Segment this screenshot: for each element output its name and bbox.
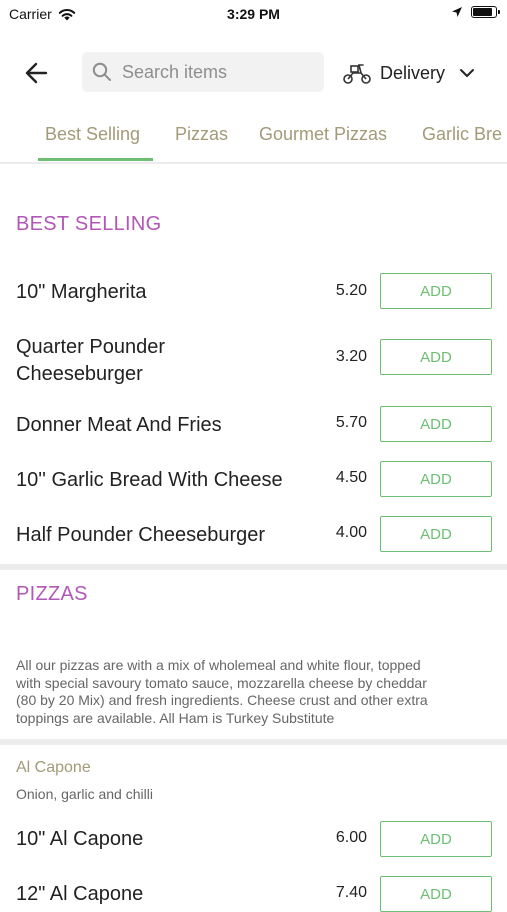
back-arrow-icon: [25, 62, 48, 84]
item-name: 12" Al Capone: [16, 883, 144, 905]
group-title: Al Capone: [16, 759, 91, 776]
item-name: Quarter Pounder Cheeseburger: [16, 334, 165, 388]
add-button[interactable]: ADD: [380, 339, 492, 375]
item-name-line: Cheeseburger: [16, 363, 143, 385]
add-button[interactable]: ADD: [380, 516, 492, 552]
delivery-selector[interactable]: Delivery: [342, 58, 481, 88]
chevron-down-icon: [460, 69, 475, 77]
section-divider: [0, 564, 507, 570]
item-price: 4.50: [335, 469, 367, 486]
item-price: 7.40: [335, 884, 367, 901]
item-name: 10" Margherita: [16, 281, 147, 303]
item-name: Half Pounder Cheeseburger: [16, 524, 266, 546]
search-bar[interactable]: [82, 52, 324, 92]
section-title-pizzas: PIZZAS: [16, 583, 88, 605]
battery-fill: [473, 8, 492, 16]
add-button[interactable]: ADD: [380, 461, 492, 497]
location-arrow-icon: [452, 7, 462, 17]
battery-icon: [471, 6, 500, 18]
status-bar: Carrier 3:29 PM: [0, 0, 507, 30]
tabs-divider: [0, 162, 507, 164]
scooter-icon: [343, 64, 371, 84]
section-description: All our pizzas are with a mix of wholeme…: [16, 657, 486, 727]
item-name: Donner Meat And Fries: [16, 414, 222, 436]
item-price: 3.20: [335, 348, 367, 365]
search-input[interactable]: [120, 60, 314, 84]
item-price: 6.00: [335, 829, 367, 846]
item-name: 10'' Garlic Bread With Cheese: [16, 469, 283, 491]
tab-best-selling[interactable]: Best Selling: [45, 124, 140, 145]
clock: 3:29 PM: [227, 6, 280, 22]
section-title-best-selling: BEST SELLING: [16, 213, 162, 235]
add-button[interactable]: ADD: [380, 876, 492, 912]
description-line: toppings are available. All Ham is Turke…: [16, 709, 335, 726]
tab-garlic-bread[interactable]: Garlic Bre: [422, 124, 502, 145]
add-button[interactable]: ADD: [380, 821, 492, 857]
active-tab-indicator: [38, 158, 153, 161]
description-line: All our pizzas are with a mix of wholeme…: [16, 657, 421, 673]
add-button[interactable]: ADD: [380, 406, 492, 442]
item-price: 5.70: [335, 414, 367, 431]
delivery-label: Delivery: [380, 62, 446, 83]
status-right: [451, 6, 500, 18]
item-name-line: Quarter Pounder: [16, 336, 165, 358]
item-price: 5.20: [335, 282, 367, 299]
item-name: 10" Al Capone: [16, 828, 144, 850]
category-tabs: Best Selling Pizzas Gourmet Pizzas Garli…: [0, 112, 507, 164]
back-button[interactable]: [22, 58, 52, 88]
search-icon: [92, 62, 111, 81]
description-line: (80 by 20 Mix) and fresh ingredients. Ch…: [16, 692, 428, 708]
tab-pizzas[interactable]: Pizzas: [175, 124, 228, 145]
item-price: 4.00: [335, 524, 367, 541]
section-divider: [0, 739, 507, 745]
description-line: with special savoury tomato sauce, mozza…: [16, 674, 427, 691]
tab-gourmet-pizzas[interactable]: Gourmet Pizzas: [259, 124, 387, 145]
group-description: Onion, garlic and chilli: [16, 786, 153, 802]
add-button[interactable]: ADD: [380, 273, 492, 309]
